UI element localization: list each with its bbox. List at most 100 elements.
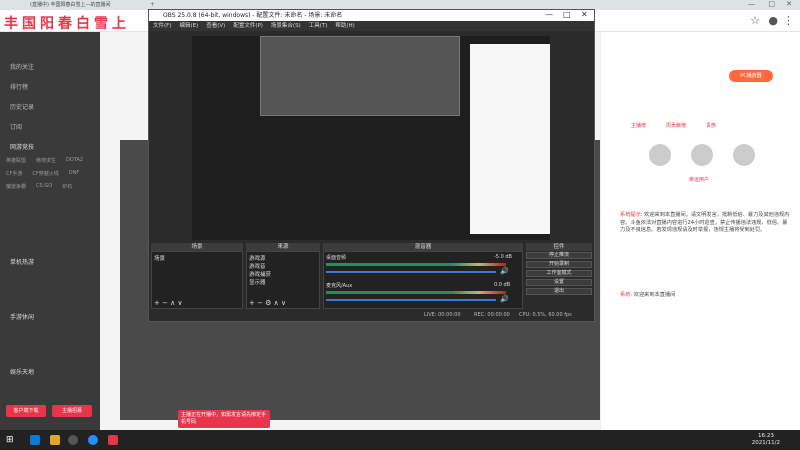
- clock-date: 2021/11/2: [751, 440, 780, 446]
- obs-menu-bar: 文件(F) 编辑(E) 查看(V) 配置文件(P) 场景集合(S) 工具(T) …: [149, 21, 594, 31]
- chat-user[interactable]: 系统提示:: [620, 212, 643, 218]
- menu-edit[interactable]: 编辑(E): [179, 21, 198, 31]
- menu-file[interactable]: 文件(F): [153, 21, 171, 31]
- scenes-dock: 场景 + − ∧ ∨: [151, 251, 243, 309]
- tab-anchor-rank[interactable]: 主播榜: [631, 122, 646, 129]
- star-icon[interactable]: ☆: [750, 14, 760, 27]
- sidebar-section-hot: 网游竞技: [10, 144, 35, 151]
- game-link[interactable]: 炉石: [62, 183, 72, 190]
- games-row: CF手游 CF穿越火线 DNF: [6, 170, 79, 177]
- tab-week-rank[interactable]: 周贡献榜: [666, 122, 686, 129]
- tab-noble[interactable]: 贵族: [706, 122, 716, 129]
- source-item[interactable]: 游戏源: [249, 254, 266, 262]
- mixer-track-name: 桌面音频: [326, 255, 347, 261]
- chat-message: 系统提示: 欢迎来到本直播间，请文明发言，抵制低俗、暴力及其他违规内容。斗鱼依法…: [620, 212, 790, 235]
- new-tab-icon[interactable]: +: [150, 1, 155, 8]
- nested-preview: [260, 36, 460, 116]
- douyu-icon[interactable]: [108, 435, 118, 445]
- game-link[interactable]: DNF: [69, 170, 79, 177]
- obs-close-icon[interactable]: ✕: [581, 10, 588, 19]
- obs-icon[interactable]: [68, 435, 78, 445]
- obs-window[interactable]: OBS 25.0.8 (64-bit, windows) - 配置文件: 未命名…: [148, 9, 595, 322]
- obs-maximize-icon[interactable]: □: [563, 10, 571, 19]
- avatar[interactable]: [733, 144, 755, 166]
- menu-help[interactable]: 帮助(H): [335, 21, 354, 31]
- source-item[interactable]: 显示器: [249, 278, 266, 286]
- source-controls[interactable]: + − ⚙ ∧ ∨: [249, 299, 286, 307]
- sources-dock: 游戏源 游戏音 游戏捕获 显示器 + − ⚙ ∧ ∨: [246, 251, 320, 309]
- studio-mode-button[interactable]: 工作室模式: [526, 270, 592, 277]
- sidebar-item-subscribe[interactable]: 订阅: [10, 122, 22, 131]
- volume-slider[interactable]: [326, 299, 496, 301]
- windows-start-icon[interactable]: ⊞: [6, 435, 16, 445]
- start-record-button[interactable]: 开始录制: [526, 261, 592, 268]
- watermark: 丰国阳春白雪上: [4, 16, 130, 32]
- sidebar-item-rank[interactable]: 排行榜: [10, 82, 28, 91]
- scene-controls[interactable]: + − ∧ ∨: [154, 299, 183, 307]
- source-item[interactable]: 游戏捕获: [249, 270, 271, 278]
- sidebar-section-single: 单机热游: [10, 259, 35, 266]
- menu-scene-collection[interactable]: 场景集合(S): [271, 21, 301, 31]
- game-link[interactable]: 魔兽争霸: [6, 183, 26, 190]
- system-clock[interactable]: 16:23 2021/11/2: [752, 433, 780, 447]
- controls-dock-title: 控件: [526, 243, 592, 251]
- close-icon[interactable]: ✕: [786, 0, 792, 8]
- chat-text: 欢迎来到本直播间，请文明发言，抵制低俗、暴力及其他违规内容。斗鱼依法对直播内容进…: [620, 212, 790, 234]
- sidebar-item-history[interactable]: 历史记录: [10, 102, 34, 111]
- avatar[interactable]: [649, 144, 671, 166]
- rec-time: REC: 00:00:00: [474, 312, 510, 318]
- game-link[interactable]: 英雄联盟: [6, 157, 26, 164]
- pc-player-button[interactable]: PC播放器: [729, 70, 773, 82]
- rank-tabs: 主播榜 周贡献榜 贵族: [631, 122, 800, 129]
- app-icon[interactable]: [88, 435, 98, 445]
- taskbar: ⊞ 16:23 2021/11/2: [0, 430, 800, 450]
- mixer-dock-title: 混音器: [323, 243, 523, 251]
- menu-tools[interactable]: 工具(T): [309, 21, 328, 31]
- cpu-fps: CPU: 0.5%, 60.00 fps: [519, 312, 572, 318]
- games-row: 魔兽争霸 CS:GO 炉石: [6, 183, 72, 190]
- maximize-icon[interactable]: □: [768, 0, 775, 8]
- site-sidebar: 我的关注 排行榜 历史记录 订阅 网游竞技 英雄联盟 绝地求生 DOTA2 CF…: [0, 32, 100, 430]
- toast-notice: 主播正在开播中，如需发言请先绑定手机号码: [178, 410, 270, 428]
- live-time: LIVE: 00:00:00: [424, 312, 461, 318]
- sources-dock-title: 来源: [246, 243, 320, 251]
- game-link[interactable]: CF穿越火线: [32, 170, 58, 177]
- speaker-icon[interactable]: 🔊: [500, 267, 509, 275]
- obs-status-bar: LIVE: 00:00:00 REC: 00:00:00 CPU: 0.5%, …: [149, 310, 594, 321]
- chat-message: 系统: 欢迎来到本直播间: [620, 292, 790, 300]
- browser-tab-title[interactable]: (直播中) 丰国阳春白雪上—的直播间: [30, 1, 111, 8]
- game-link[interactable]: CF手游: [6, 170, 22, 177]
- stop-stream-button[interactable]: 停止推流: [526, 252, 592, 259]
- obs-minimize-icon[interactable]: —: [545, 10, 553, 19]
- recruit-button[interactable]: 主播招募: [52, 405, 92, 417]
- speaker-icon[interactable]: 🔊: [500, 295, 509, 303]
- volume-slider[interactable]: [326, 271, 496, 273]
- lucky-user-label: 幸运用户: [689, 177, 710, 183]
- menu-view[interactable]: 查看(V): [206, 21, 225, 31]
- obs-title-bar[interactable]: OBS 25.0.8 (64-bit, windows) - 配置文件: 未命名…: [149, 10, 594, 21]
- menu-icon[interactable]: ⋮: [783, 14, 794, 27]
- settings-button[interactable]: 设置: [526, 279, 592, 286]
- obs-preview[interactable]: [192, 36, 550, 240]
- scene-item[interactable]: 场景: [154, 254, 165, 262]
- mixer-track-name: 麦克风/Aux: [326, 283, 353, 289]
- minimize-icon[interactable]: —: [748, 0, 755, 8]
- chat-user[interactable]: 系统:: [620, 292, 632, 298]
- sidebar-item-follow[interactable]: 我的关注: [10, 62, 34, 71]
- folder-icon[interactable]: [50, 435, 60, 445]
- exit-button[interactable]: 退出: [526, 288, 592, 295]
- edge-icon[interactable]: [30, 435, 40, 445]
- download-client-button[interactable]: 客户端下载: [6, 405, 46, 417]
- avatar[interactable]: [691, 144, 713, 166]
- sidebar-section-fun: 娱乐天地: [10, 369, 35, 376]
- mixer-meter: [326, 263, 506, 266]
- sidebar-section-mobile: 手游休闲: [10, 314, 35, 321]
- game-link[interactable]: DOTA2: [66, 157, 83, 164]
- source-item[interactable]: 游戏音: [249, 262, 266, 270]
- profile-icon[interactable]: ●: [768, 14, 778, 27]
- mixer-dock: 桌面音频 -5.0 dB 🔊 麦克风/Aux 0.0 dB 🔊: [323, 251, 523, 309]
- game-link[interactable]: CS:GO: [36, 183, 52, 190]
- preview-web-panel: [470, 44, 550, 234]
- game-link[interactable]: 绝地求生: [36, 157, 56, 164]
- menu-profile[interactable]: 配置文件(P): [233, 21, 263, 31]
